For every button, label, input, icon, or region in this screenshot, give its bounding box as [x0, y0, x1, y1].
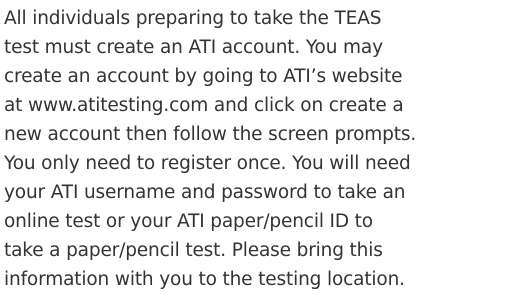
paragraph-line: information with you to the testing loca… — [4, 269, 405, 290]
paragraph-line: at www.atitesting.com and click on creat… — [4, 95, 404, 116]
instructions-paragraph: All individuals preparing to take the TE… — [4, 4, 512, 294]
paragraph-line: take a paper/pencil test. Please bring t… — [4, 240, 383, 261]
paragraph-line: your ATI username and password to take a… — [4, 182, 406, 203]
paragraph-line: All individuals preparing to take the TE… — [4, 8, 382, 29]
paragraph-line: test must create an ATI account. You may — [4, 37, 383, 58]
paragraph-line: create an account by going to ATI’s webs… — [4, 66, 403, 87]
paragraph-line: online test or your ATI paper/pencil ID … — [4, 211, 373, 232]
paragraph-line: new account then follow the screen promp… — [4, 124, 417, 145]
paragraph-line: You only need to register once. You will… — [4, 153, 411, 174]
